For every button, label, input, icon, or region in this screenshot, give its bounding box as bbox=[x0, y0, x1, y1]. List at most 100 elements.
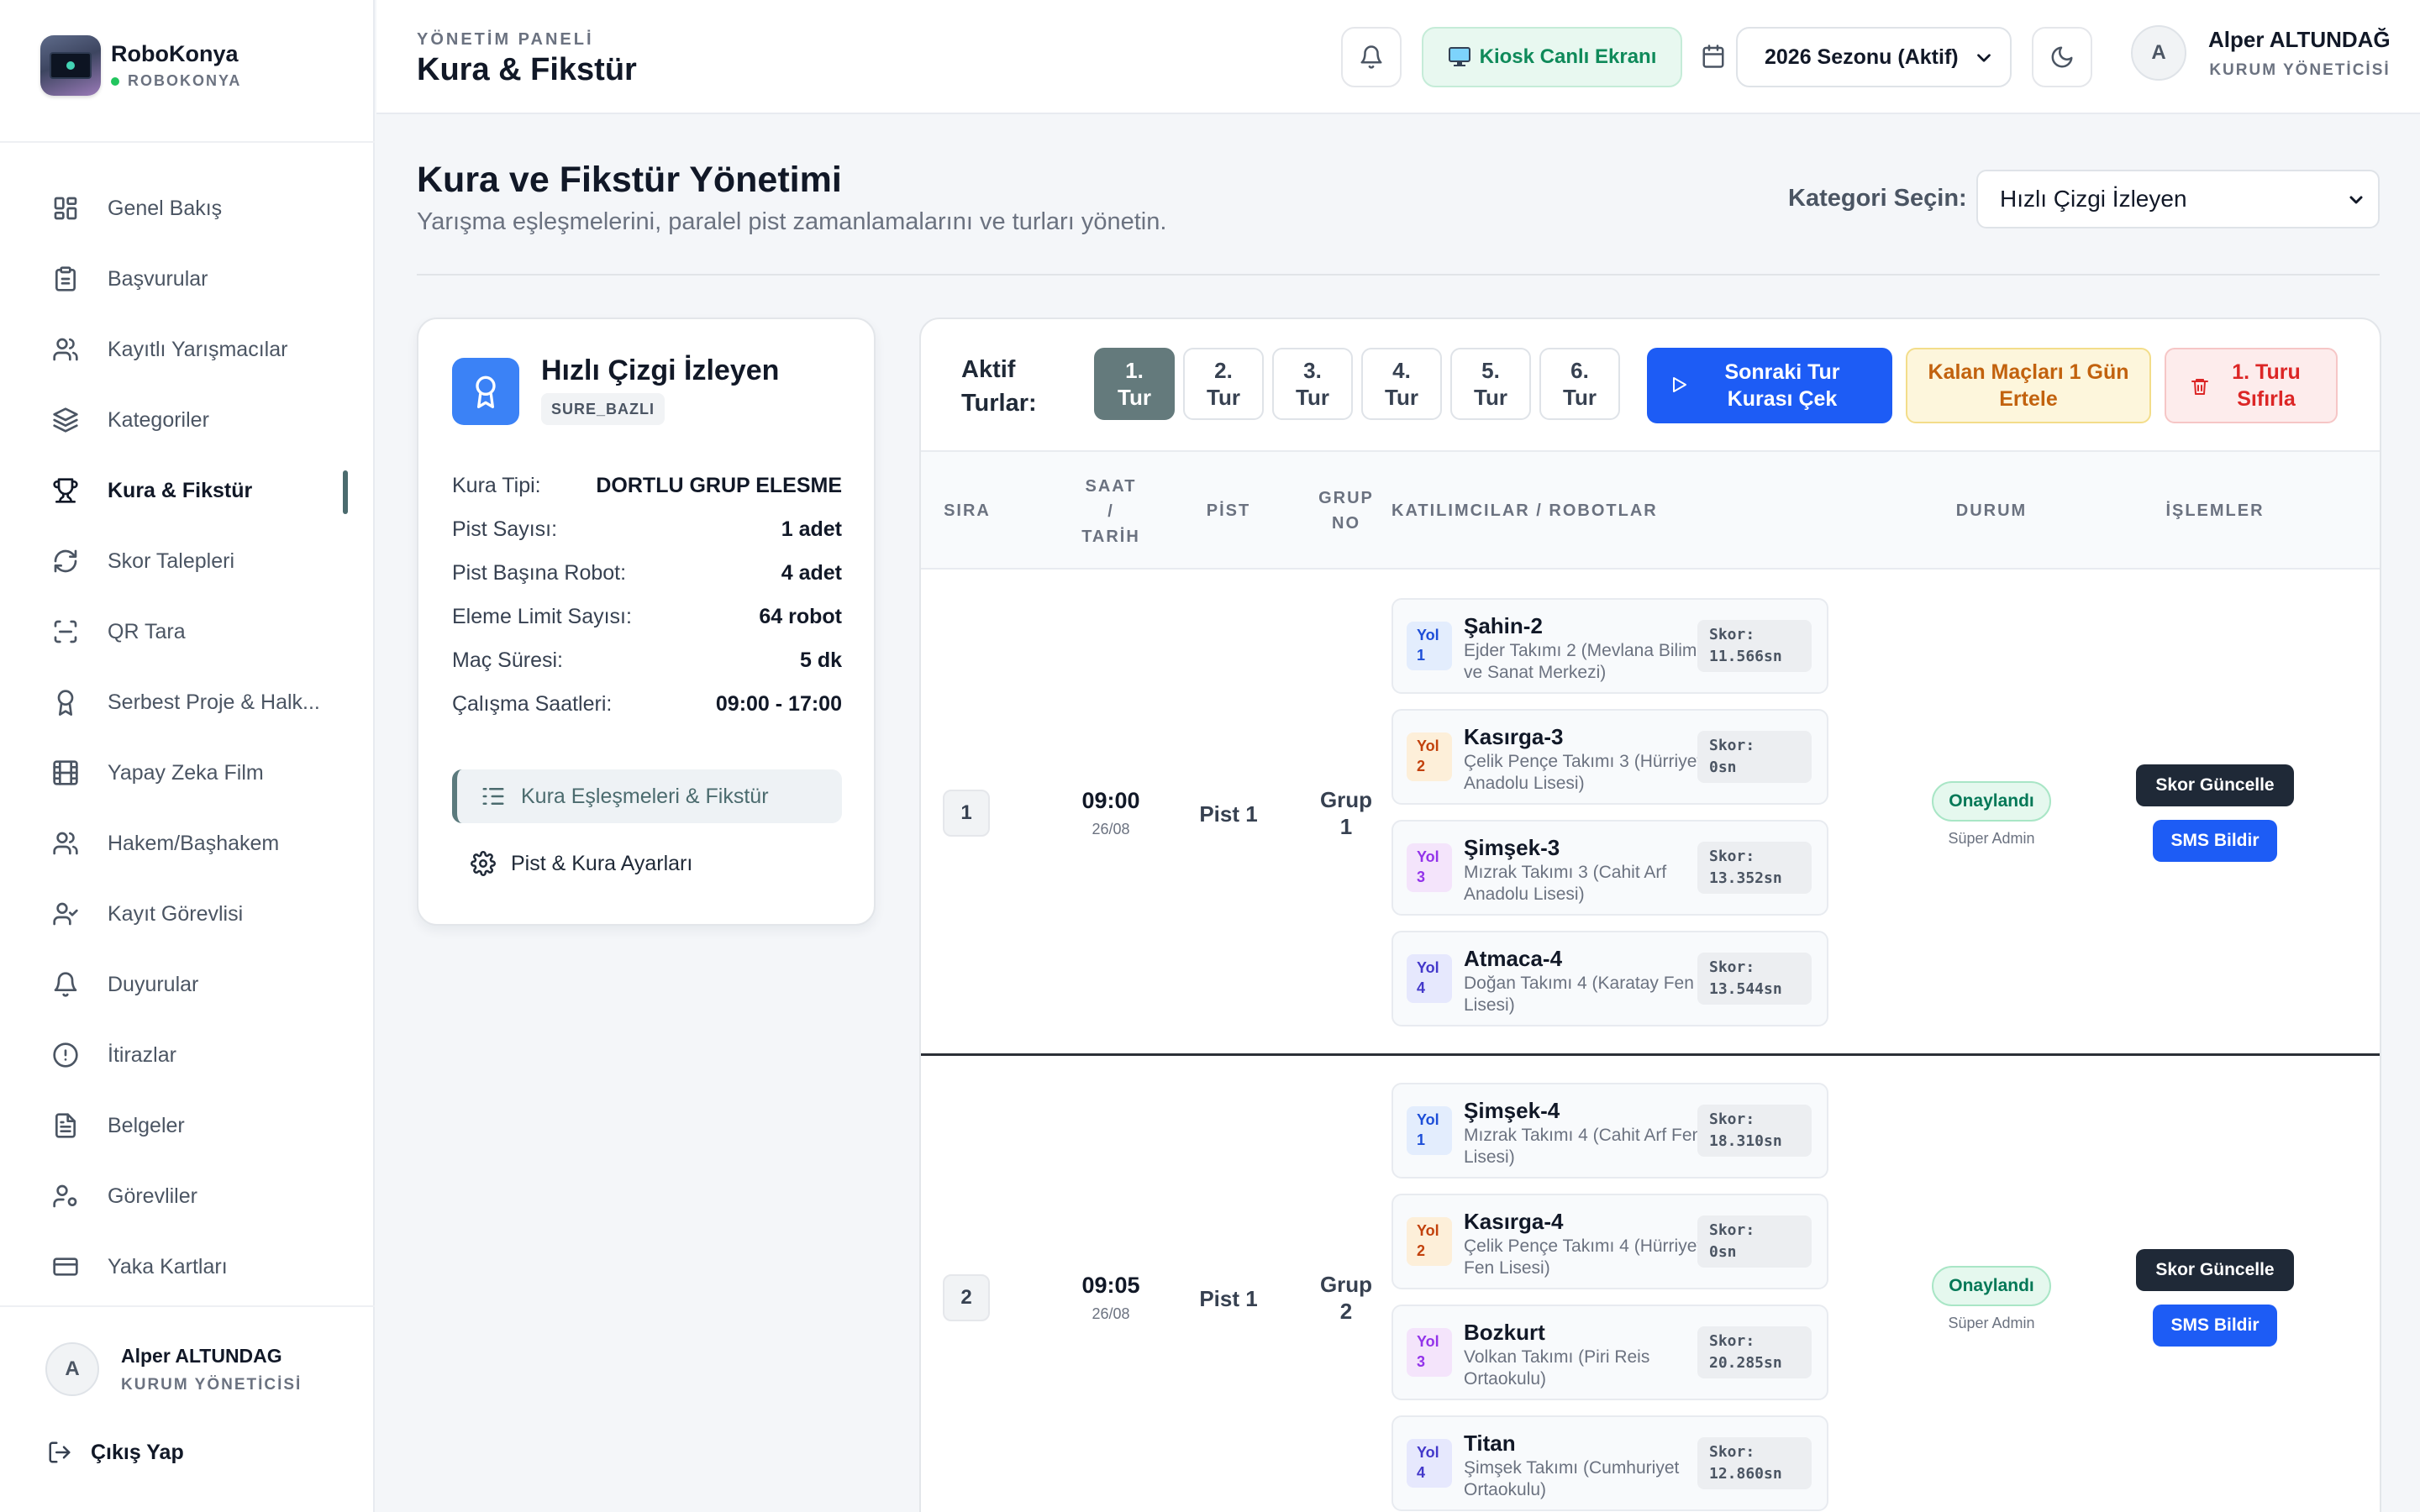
menu-kura-label: Kura Eşleşmeleri & Fikstür bbox=[521, 784, 769, 808]
col-durum: DURUM bbox=[1955, 501, 2028, 520]
sidebar-item-12[interactable]: İtirazlar bbox=[0, 1020, 375, 1090]
kiosk-button[interactable]: Kiosk Canlı Ekranı bbox=[1422, 27, 1682, 87]
logout-label: Çıkış Yap bbox=[91, 1440, 184, 1464]
robot-entry: Yol 1 Şahin-2 Ejder Takımı 2 (Mevlana Bilim… bbox=[1392, 598, 1828, 694]
category-select[interactable]: Hızlı Çizgi İzleyen bbox=[1976, 170, 2380, 228]
grid-icon bbox=[54, 197, 77, 220]
match-order: 1 bbox=[943, 790, 990, 837]
robot-team: Şimşek Takımı (Cumhuriyet Ortaokulu) bbox=[1464, 1458, 1680, 1499]
sidebar-item-10[interactable]: Kayıt Görevlisi bbox=[0, 879, 375, 949]
sidebar-item-14[interactable]: Görevliler bbox=[0, 1161, 375, 1231]
next-round-draw-button[interactable]: Sonraki Tur Kurası Çek bbox=[1647, 348, 1892, 423]
bell-icon bbox=[54, 972, 77, 997]
round-tab-1[interactable]: 1. Tur bbox=[1094, 348, 1175, 420]
update-score-button[interactable]: Skor Güncelle bbox=[2136, 764, 2294, 806]
gear-icon bbox=[471, 851, 496, 876]
robot-score: Skor: 13.544sn bbox=[1697, 953, 1812, 1005]
round-tab-3[interactable]: 3. Tur bbox=[1272, 348, 1353, 420]
property-key: Maç Süresi: bbox=[452, 648, 563, 672]
table-row: 1 09:00 26/08 Pist 1 Grup 1 Yol 1 Şahin-2 Ejder T… bbox=[921, 571, 2380, 1053]
sidebar-item-5[interactable]: Skor Talepleri bbox=[0, 526, 375, 596]
match-status: Onaylandı Süper Admin bbox=[1899, 781, 2084, 848]
property-key: Kura Tipi: bbox=[452, 473, 541, 497]
category-property: Pist Sayısı: 1 adet bbox=[452, 507, 842, 551]
sidebar-item-7[interactable]: Serbest Proje & Halk... bbox=[0, 667, 375, 738]
round-tab-5[interactable]: 5. Tur bbox=[1450, 348, 1531, 420]
sidebar-item-11[interactable]: Duyurular bbox=[0, 949, 375, 1020]
header-title: Kura & Fikstür bbox=[417, 52, 637, 87]
round-tab-2[interactable]: 2. Tur bbox=[1183, 348, 1264, 420]
robot-score: Skor: 13.352sn bbox=[1697, 842, 1812, 894]
layers-icon bbox=[53, 407, 78, 433]
category-type-tag: SURE_BAZLI bbox=[541, 393, 666, 425]
sidebar-item-label: Belgeler bbox=[108, 1113, 185, 1137]
list-icon bbox=[482, 788, 504, 805]
sidebar-item-13[interactable]: Belgeler bbox=[0, 1090, 375, 1161]
update-score-button[interactable]: Skor Güncelle bbox=[2136, 1249, 2294, 1291]
sidebar-item-8[interactable]: Yapay Zeka Film bbox=[0, 738, 375, 808]
sidebar-item-label: Yaka Kartları bbox=[108, 1254, 228, 1278]
robot-team: Çelik Pençe Takımı 4 (Hürriyet Fen Lises… bbox=[1464, 1236, 1702, 1278]
sidebar-item-1[interactable]: Başvurular bbox=[0, 244, 375, 314]
user-check-icon bbox=[53, 902, 78, 926]
match-pist: Pist 1 bbox=[1199, 801, 1258, 827]
property-key: Pist Başına Robot: bbox=[452, 560, 627, 585]
sms-notify-button[interactable]: SMS Bildir bbox=[2153, 820, 2277, 862]
lane-badge: Yol 3 bbox=[1407, 843, 1452, 892]
sidebar-item-label: QR Tara bbox=[108, 619, 186, 643]
property-value: 64 robot bbox=[759, 604, 842, 628]
season-select[interactable]: 2026 Sezonu (Aktif) bbox=[1736, 27, 2012, 87]
avatar: A bbox=[45, 1342, 99, 1396]
trash-icon bbox=[2191, 379, 2208, 395]
online-indicator bbox=[111, 76, 119, 86]
category-property: Kura Tipi: DORTLU GRUP ELESME bbox=[452, 464, 842, 507]
header-user[interactable]: A Alper ALTUNDAĞ KURUM YÖNETİCİSİ bbox=[2131, 25, 2391, 81]
sidebar-item-6[interactable]: QR Tara bbox=[0, 596, 375, 667]
round-tab-6[interactable]: 6. Tur bbox=[1539, 348, 1620, 420]
robot-name: Şimşek-4 bbox=[1464, 1098, 1560, 1123]
robot-name: Kasırga-3 bbox=[1464, 724, 1564, 749]
property-value: 09:00 - 17:00 bbox=[715, 691, 842, 716]
user-cog-icon bbox=[53, 1184, 77, 1208]
avatar: A bbox=[2131, 25, 2186, 81]
sidebar-item-2[interactable]: Kayıtlı Yarışmacılar bbox=[0, 314, 375, 385]
robot-team: Volkan Takımı (Piri Reis Ortaokulu) bbox=[1464, 1347, 1650, 1389]
sidebar-divider bbox=[0, 141, 375, 143]
robot-name: Atmaca-4 bbox=[1464, 946, 1563, 971]
sidebar-nav: Genel Bakış Başvurular Kayıtlı Yarışmacıla… bbox=[0, 173, 375, 1302]
alert-circle-icon bbox=[53, 1042, 78, 1068]
col-islemler: İŞLEMLER bbox=[2165, 501, 2265, 520]
brand[interactable]: RoboKonya ROBOKONYA bbox=[40, 35, 241, 96]
play-icon bbox=[1673, 377, 1686, 392]
film-icon bbox=[53, 760, 78, 785]
robot-entry: Yol 3 Bozkurt Volkan Takımı (Piri Reis Orta… bbox=[1392, 1305, 1828, 1400]
sidebar-user: A Alper ALTUNDAG KURUM YÖNETİCİSİ bbox=[45, 1342, 302, 1396]
refresh-icon bbox=[54, 549, 77, 573]
sidebar-item-3[interactable]: Kategoriler bbox=[0, 385, 375, 455]
table-header: SIRA SAAT / TARİH PİST GRUP NO KATILIMCILAR… bbox=[921, 450, 2380, 570]
sidebar-item-0[interactable]: Genel Bakış bbox=[0, 173, 375, 244]
postpone-matches-button[interactable]: Kalan Maçları 1 Gün Ertele bbox=[1906, 348, 2151, 423]
reset-round-button[interactable]: 1. Turu Sıfırla bbox=[2165, 348, 2338, 423]
lane-badge: Yol 3 bbox=[1407, 1328, 1452, 1377]
notifications-button[interactable] bbox=[1341, 27, 1402, 87]
match-actions: Skor Güncelle SMS Bildir bbox=[2136, 764, 2294, 862]
category-property: Pist Başına Robot: 4 adet bbox=[452, 551, 842, 595]
sidebar-item-9[interactable]: Hakem/Başhakem bbox=[0, 808, 375, 879]
property-value: DORTLU GRUP ELESME bbox=[596, 473, 842, 497]
sidebar-item-15[interactable]: Yaka Kartları bbox=[0, 1231, 375, 1302]
theme-toggle-button[interactable] bbox=[2032, 27, 2092, 87]
sidebar-item-4[interactable]: Kura & Fikstür bbox=[0, 455, 375, 526]
menu-kura-eslesmeleri[interactable]: Kura Eşleşmeleri & Fikstür bbox=[452, 769, 842, 823]
property-key: Pist Sayısı: bbox=[452, 517, 558, 541]
logout-button[interactable]: Çıkış Yap bbox=[47, 1440, 184, 1465]
status-badge: Onaylandı bbox=[1932, 781, 2051, 822]
category-card-title: Hızlı Çizgi İzleyen bbox=[541, 354, 780, 386]
award-icon bbox=[57, 690, 74, 716]
menu-pist-ayarlari[interactable]: Pist & Kura Ayarları bbox=[452, 837, 842, 890]
round-tab-4[interactable]: 4. Tur bbox=[1361, 348, 1442, 420]
season-value: 2026 Sezonu (Aktif) bbox=[1765, 45, 1959, 69]
robot-team: Çelik Pençe Takımı 3 (Hürriyet Anadolu L… bbox=[1464, 752, 1702, 793]
robot-entry: Yol 4 Atmaca-4 Doğan Takımı 4 (Karatay Fen … bbox=[1392, 931, 1828, 1026]
sms-notify-button[interactable]: SMS Bildir bbox=[2153, 1305, 2277, 1347]
